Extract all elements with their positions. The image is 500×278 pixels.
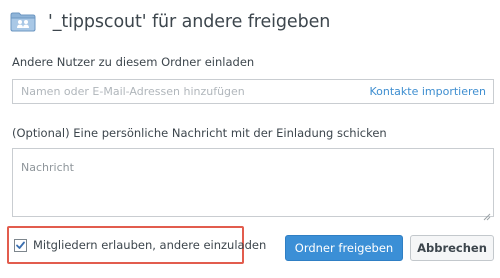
invite-placeholder: Namen oder E-Mail-Adressen hinzufügen bbox=[21, 85, 245, 98]
message-textarea[interactable]: Nachricht bbox=[12, 148, 494, 221]
share-folder-button[interactable]: Ordner freigeben bbox=[285, 235, 403, 261]
allow-invite-checkbox[interactable] bbox=[14, 238, 27, 252]
allow-invite-label[interactable]: Mitgliedern erlauben, andere einzuladen bbox=[33, 238, 266, 252]
resize-grip-icon[interactable] bbox=[483, 206, 491, 221]
message-label: (Optional) Eine persönliche Nachricht mi… bbox=[12, 126, 387, 140]
dialog-title: '_tippscout' für andere freigeben bbox=[48, 12, 331, 32]
invite-label: Andere Nutzer zu diesem Ordner einladen bbox=[12, 55, 255, 69]
message-placeholder: Nachricht bbox=[21, 161, 74, 174]
import-contacts-link[interactable]: Kontakte importieren bbox=[369, 85, 486, 98]
shared-folder-icon bbox=[10, 12, 36, 32]
dialog-header: '_tippscout' für andere freigeben bbox=[10, 9, 330, 35]
checkmark-icon bbox=[16, 241, 25, 249]
allow-invite-option[interactable]: Mitgliedern erlauben, andere einzuladen bbox=[14, 238, 266, 252]
cancel-button[interactable]: Abbrechen bbox=[410, 235, 494, 261]
invite-input[interactable]: Namen oder E-Mail-Adressen hinzufügen Ko… bbox=[12, 79, 494, 104]
